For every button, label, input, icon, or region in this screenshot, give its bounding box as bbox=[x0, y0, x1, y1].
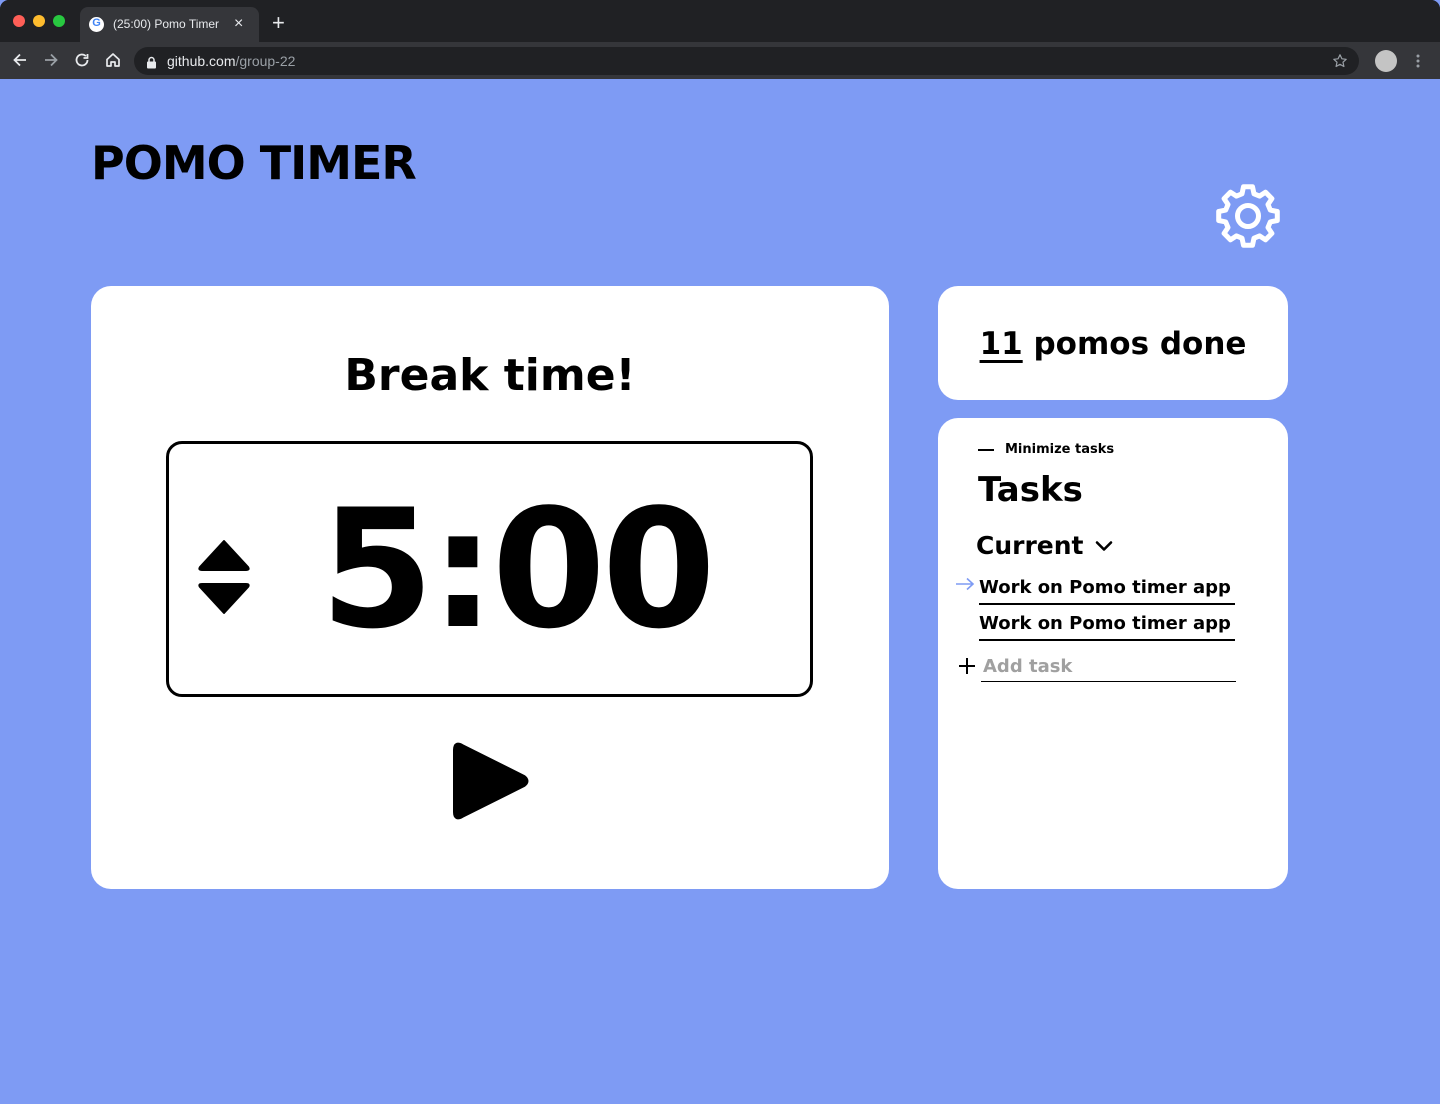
new-tab-button[interactable]: + bbox=[272, 12, 285, 34]
home-icon[interactable] bbox=[103, 50, 123, 70]
chevron-down-icon bbox=[1095, 541, 1112, 551]
profile-avatar[interactable] bbox=[1375, 50, 1397, 72]
play-icon[interactable] bbox=[452, 738, 532, 824]
minimize-window-button[interactable] bbox=[33, 15, 45, 27]
browser-tab-active[interactable]: G (25:00) Pomo Timer × bbox=[80, 7, 259, 42]
task-item-label: Work on Pomo timer app bbox=[979, 577, 1231, 598]
url-text: github.com/group-22 bbox=[167, 53, 296, 69]
tab-title: (25:00) Pomo Timer bbox=[113, 17, 220, 31]
pomo-count-label: pomos done bbox=[1022, 326, 1247, 362]
tab-strip: G (25:00) Pomo Timer × + bbox=[0, 0, 1440, 42]
app-title: POMO TIMER bbox=[91, 136, 417, 190]
timer-mode-label: Break time! bbox=[344, 350, 636, 401]
forward-arrow-icon[interactable] bbox=[41, 50, 61, 70]
lock-icon bbox=[146, 54, 157, 73]
add-task-plus-icon[interactable] bbox=[958, 657, 976, 675]
add-task-input[interactable] bbox=[981, 652, 1236, 682]
settings-gear-icon[interactable] bbox=[1211, 180, 1285, 254]
browser-toolbar: github.com/group-22 bbox=[0, 42, 1440, 79]
more-menu-icon[interactable] bbox=[1411, 51, 1425, 75]
reload-icon[interactable] bbox=[72, 50, 92, 70]
task-item-label: Work on Pomo timer app bbox=[979, 613, 1231, 634]
minimize-tasks-label: Minimize tasks bbox=[1005, 442, 1115, 457]
browser-window-chrome: G (25:00) Pomo Timer × + github.com/grou… bbox=[0, 0, 1440, 79]
address-bar[interactable]: github.com/group-22 bbox=[134, 47, 1359, 75]
back-arrow-icon[interactable] bbox=[10, 50, 30, 70]
close-window-button[interactable] bbox=[13, 15, 25, 27]
pomo-count-text: 11 pomos done bbox=[938, 323, 1288, 365]
bookmark-star-icon[interactable] bbox=[1332, 53, 1348, 73]
tab-close-icon[interactable]: × bbox=[234, 15, 243, 33]
maximize-window-button[interactable] bbox=[53, 15, 65, 27]
countdown-time: 5:00 bbox=[320, 474, 716, 665]
tasks-heading: Tasks bbox=[978, 470, 1083, 510]
current-task-arrow-icon bbox=[955, 576, 975, 592]
task-item[interactable]: Work on Pomo timer app bbox=[979, 575, 1235, 605]
google-favicon-icon: G bbox=[89, 17, 104, 32]
pomo-count-value: 11 bbox=[979, 326, 1023, 362]
task-item[interactable]: Work on Pomo timer app bbox=[979, 611, 1235, 641]
up-down-arrows-icon[interactable] bbox=[198, 539, 250, 615]
task-filter-dropdown[interactable]: Current bbox=[976, 529, 1114, 563]
minus-icon bbox=[978, 449, 994, 451]
task-filter-selected: Current bbox=[976, 531, 1084, 560]
